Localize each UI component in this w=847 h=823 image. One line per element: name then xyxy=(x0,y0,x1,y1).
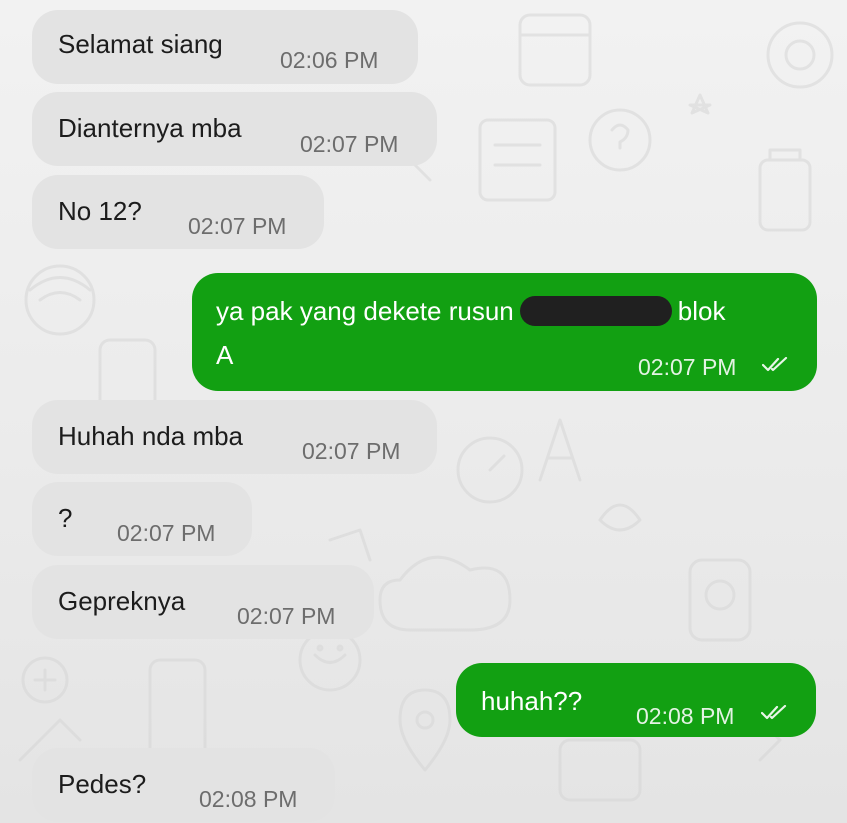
message-bubble-incoming[interactable]: Gepreknya 02:07 PM xyxy=(32,565,374,639)
message-text-part: blok xyxy=(677,296,726,326)
message-bubble-incoming[interactable]: ? 02:07 PM xyxy=(32,482,252,556)
message-text: Dianternya mba xyxy=(58,113,242,143)
redacted-block xyxy=(519,296,672,326)
message-text-part: ya pak yang dekete rusun xyxy=(216,296,514,326)
message-time: 02:08 PM xyxy=(199,786,298,812)
message-bubble-incoming[interactable]: Selamat siang 02:06 PM xyxy=(32,10,418,84)
message-bubble-incoming[interactable]: No 12? 02:07 PM xyxy=(32,175,324,249)
message-time: 02:06 PM xyxy=(280,47,379,73)
message-text: Huhah nda mba xyxy=(58,421,244,451)
message-text: ? xyxy=(58,503,73,533)
message-text: No 12? xyxy=(58,196,142,226)
message-text: Selamat siang xyxy=(58,29,223,59)
message-bubble-incoming[interactable]: Huhah nda mba 02:07 PM xyxy=(32,400,437,474)
message-bubble-incoming[interactable]: Pedes? 02:08 PM xyxy=(32,748,335,822)
message-bubble-outgoing[interactable]: ya pak yang dekete rusun blok A 02:07 PM xyxy=(192,273,817,391)
message-text: Pedes? xyxy=(58,769,147,799)
message-time: 02:07 PM xyxy=(188,213,287,239)
message-time: 02:07 PM xyxy=(237,603,336,629)
message-text: ya pak yang dekete rusun blok xyxy=(216,295,725,327)
message-text-line2: A xyxy=(216,340,234,370)
message-time: 02:07 PM xyxy=(300,131,399,157)
message-text: Gepreknya xyxy=(58,586,186,616)
message-bubble-outgoing[interactable]: huhah?? 02:08 PM xyxy=(456,663,816,737)
message-bubble-incoming[interactable]: Dianternya mba 02:07 PM xyxy=(32,92,437,166)
message-time: 02:07 PM xyxy=(638,354,737,380)
message-time: 02:07 PM xyxy=(302,438,401,464)
double-check-icon xyxy=(761,705,787,720)
message-time: 02:07 PM xyxy=(117,520,216,546)
chat-area: Selamat siang 02:06 PM Dianternya mba 02… xyxy=(0,0,847,823)
message-text: huhah?? xyxy=(481,686,583,716)
double-check-icon xyxy=(762,357,788,372)
message-time: 02:08 PM xyxy=(636,703,735,729)
